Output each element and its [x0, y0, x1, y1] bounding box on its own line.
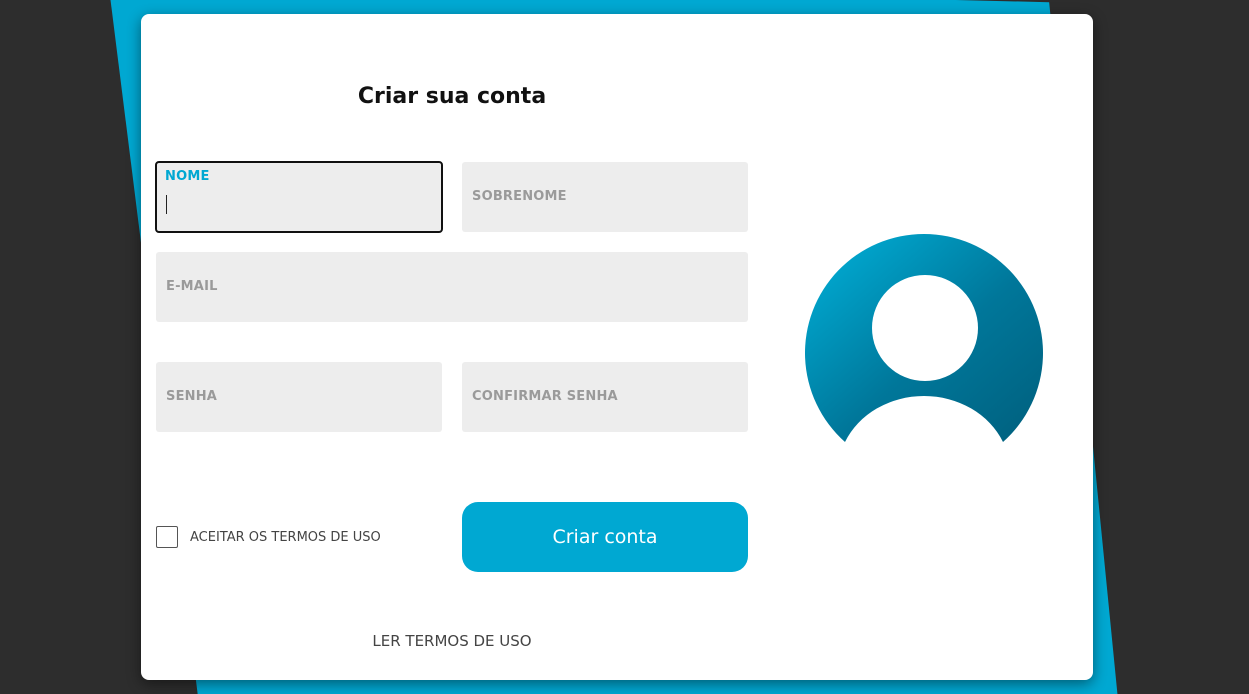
confirm-password-label: CONFIRMAR SENHA	[472, 389, 618, 404]
email-label: E-MAIL	[166, 279, 218, 294]
accept-terms-label[interactable]: ACEITAR OS TERMOS DE USO	[190, 530, 381, 545]
confirm-password-field[interactable]: CONFIRMAR SENHA	[462, 362, 748, 432]
last-name-field[interactable]: SOBRENOME	[462, 162, 748, 232]
email-field[interactable]: E-MAIL	[156, 252, 748, 322]
page: Criar sua conta NOME SOBRENOME E-MAIL SE…	[0, 0, 1249, 694]
accept-terms-checkbox[interactable]	[156, 526, 178, 548]
user-avatar-icon	[805, 234, 1043, 442]
password-field[interactable]: SENHA	[156, 362, 442, 432]
last-name-label: SOBRENOME	[472, 189, 567, 204]
read-terms-link[interactable]: LER TERMOS DE USO	[141, 632, 763, 650]
first-name-input[interactable]	[165, 191, 425, 215]
first-name-label: NOME	[165, 169, 210, 184]
first-name-field[interactable]: NOME	[155, 161, 443, 233]
create-account-button[interactable]: Criar conta	[462, 502, 748, 572]
terms-row: ACEITAR OS TERMOS DE USO	[156, 524, 381, 550]
signup-card: Criar sua conta NOME SOBRENOME E-MAIL SE…	[141, 14, 1093, 680]
password-label: SENHA	[166, 389, 218, 404]
page-title: Criar sua conta	[357, 84, 547, 109]
